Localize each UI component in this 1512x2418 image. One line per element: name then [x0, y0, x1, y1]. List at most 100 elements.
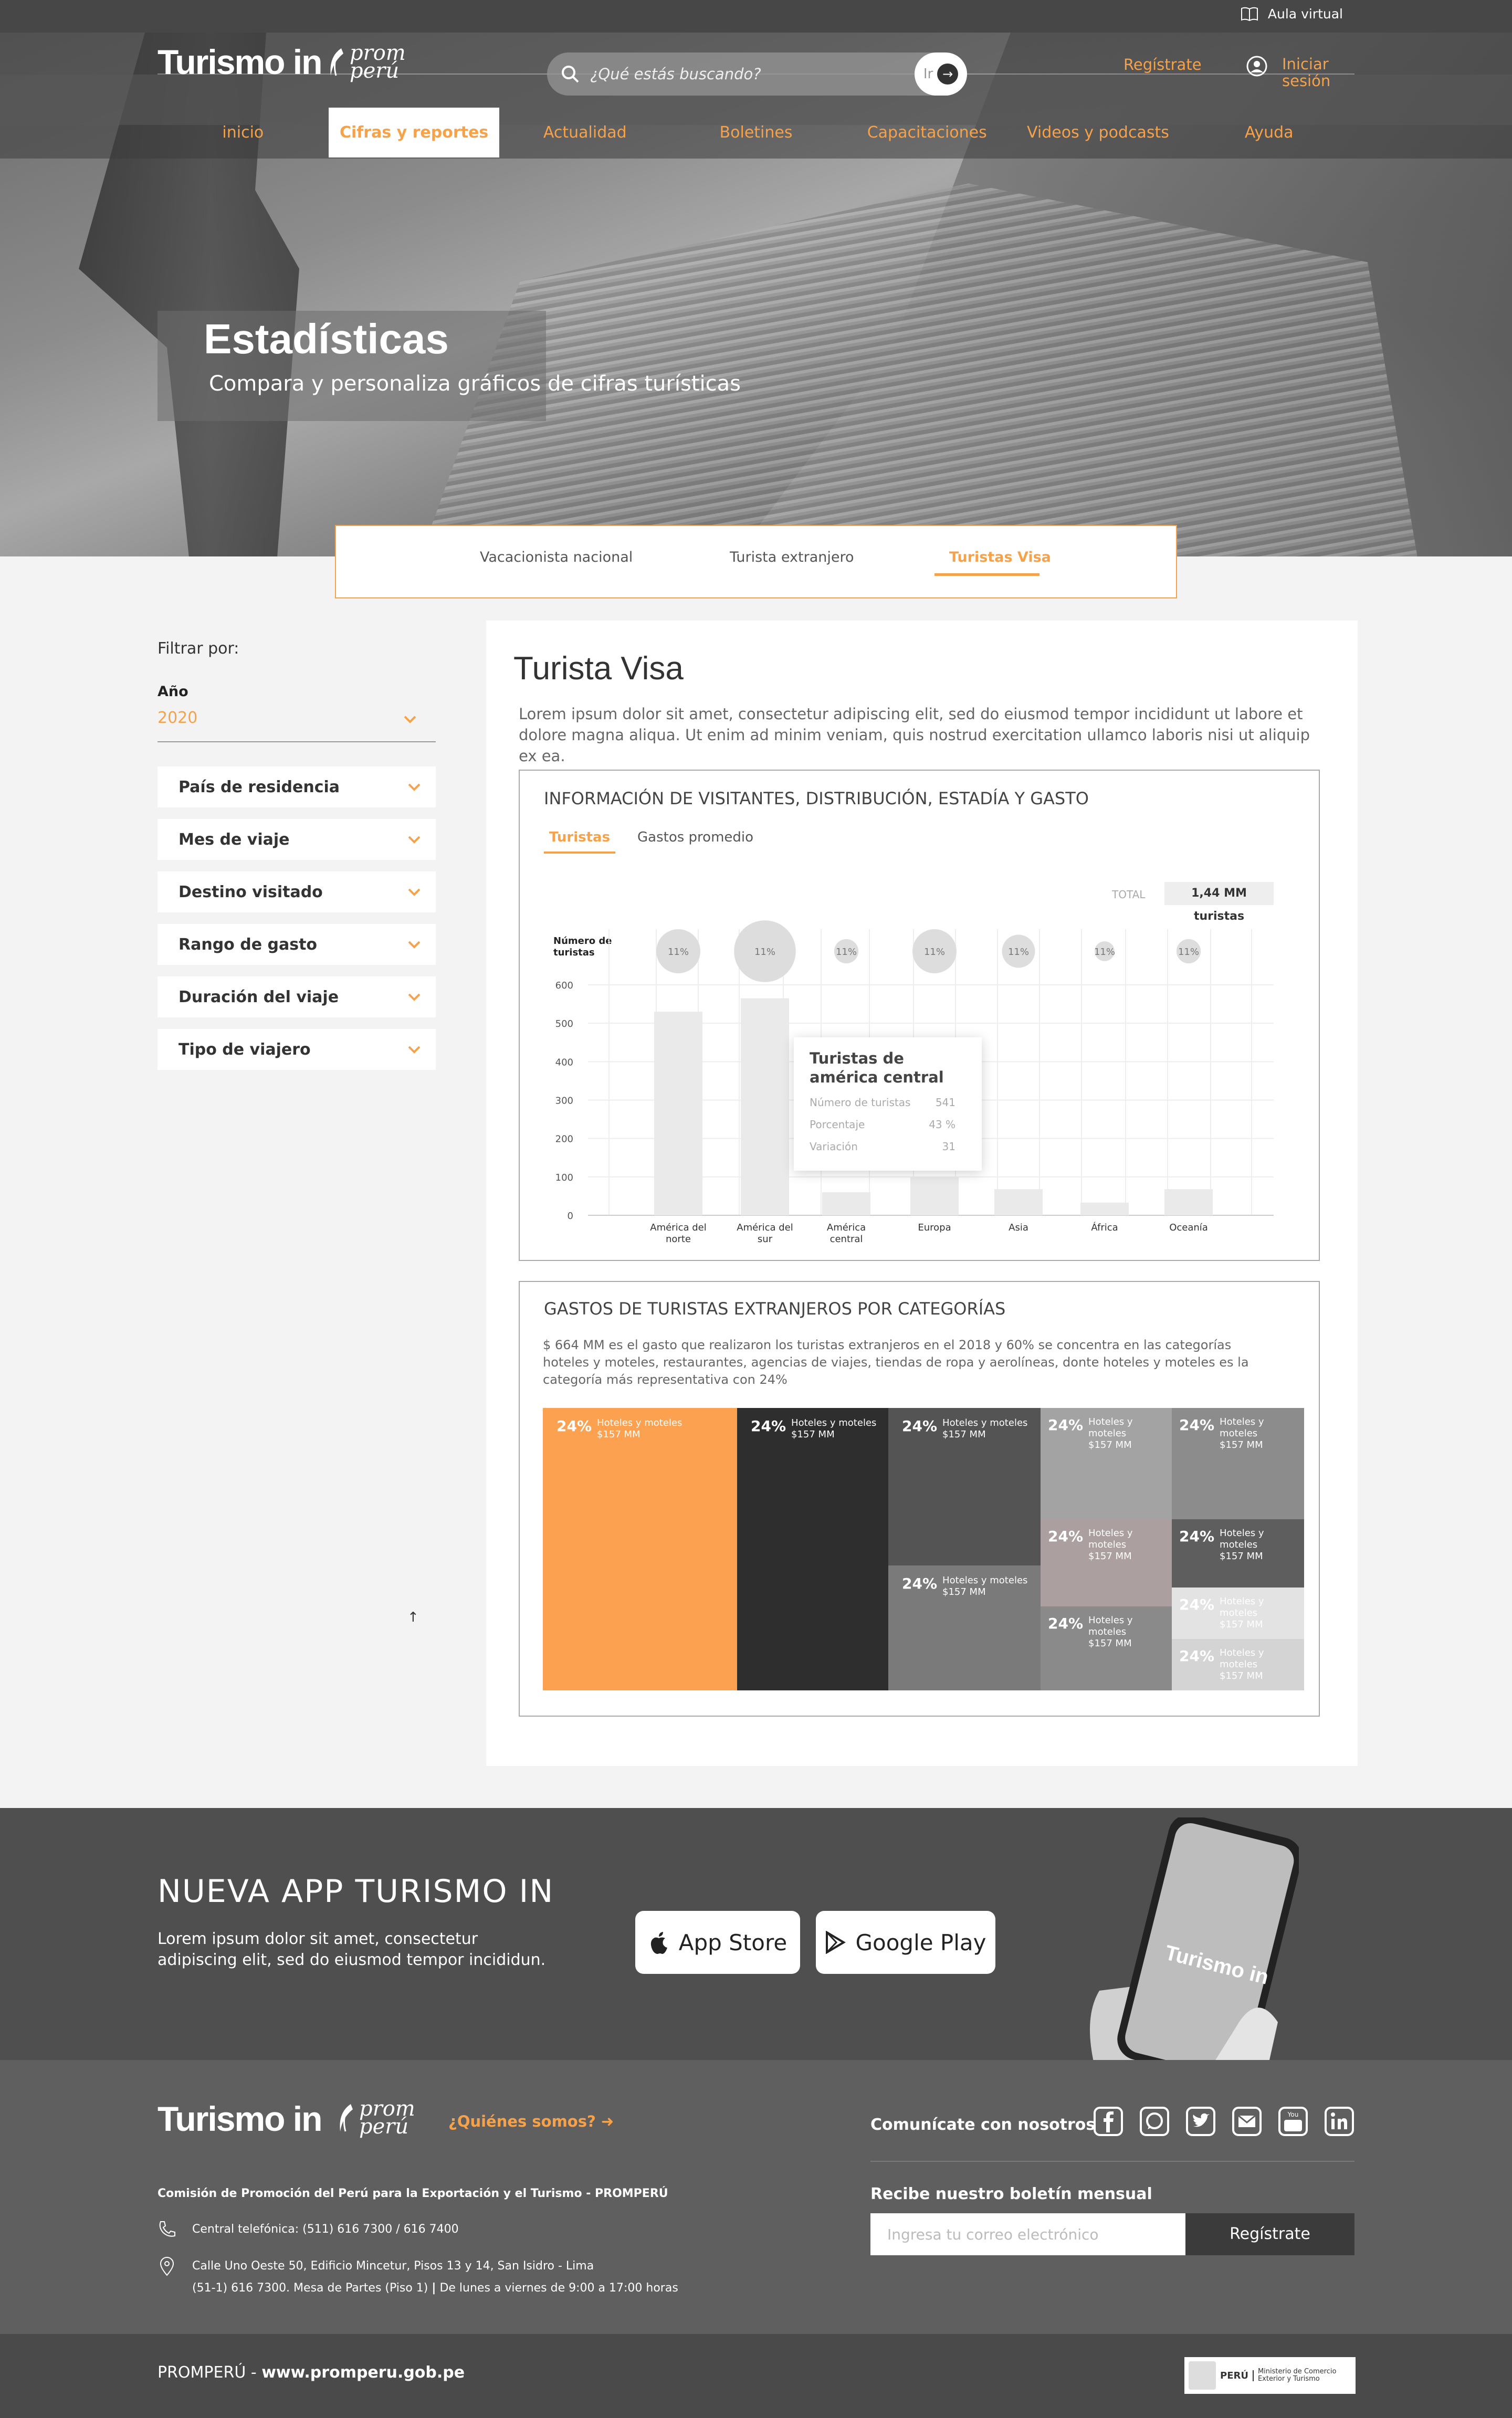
- newsletter-email-input[interactable]: [870, 2213, 1185, 2255]
- filter-label-text: País de residencia: [178, 777, 340, 796]
- register-link[interactable]: Regístrate: [1124, 56, 1202, 73]
- nav-item-cifras-y-reportes[interactable]: Cifras y reportes: [328, 108, 500, 157]
- mincetur-logo[interactable]: PERÚ Ministerio de Comercio Exterior y T…: [1184, 2357, 1356, 2394]
- tooltip-row-value: 43 %: [929, 1118, 956, 1131]
- treemap-cell[interactable]: 24% Hoteles y moteles $157 MM: [888, 1408, 1041, 1565]
- app-title: NUEVA APP TURISMO IN: [158, 1873, 554, 1910]
- footer-logo-text: Turismo in: [158, 2099, 322, 2138]
- filter-destino-visitado[interactable]: Destino visitado: [158, 871, 436, 912]
- filter-duracion-del-viaje[interactable]: Duración del viaje: [158, 976, 436, 1017]
- email-icon[interactable]: [1232, 2106, 1262, 2137]
- treemap-cell[interactable]: 24% Hoteles y moteles $157 MM: [737, 1408, 888, 1690]
- chart-bar: [654, 1012, 702, 1215]
- filter-tipo-de-viajero[interactable]: Tipo de viajero: [158, 1029, 436, 1070]
- treemap-pct: 24%: [1179, 1647, 1215, 1665]
- treemap-amount: $157 MM: [597, 1429, 640, 1440]
- nav-item-inicio[interactable]: inicio: [158, 108, 329, 157]
- treemap-amount: $157 MM: [1220, 1439, 1263, 1450]
- treemap-cell[interactable]: 24% Hoteles y moteles $157 MM: [1172, 1408, 1304, 1519]
- treemap-pct: 24%: [1048, 1528, 1084, 1545]
- treemap-pct: 24%: [556, 1417, 592, 1435]
- peru-shield-icon: [1189, 2361, 1216, 2390]
- chevron-down-icon[interactable]: [403, 715, 417, 723]
- chart-bubble-label: 11%: [1178, 947, 1199, 958]
- aula-virtual-link[interactable]: Aula virtual: [1241, 6, 1343, 22]
- nav-item-boletines[interactable]: Boletines: [670, 108, 842, 157]
- treemap-cell[interactable]: 24% Hoteles y moteles $157 MM: [888, 1565, 1041, 1690]
- hero-subtitle: Compara y personaliza gráficos de cifras…: [209, 372, 741, 396]
- treemap-cell[interactable]: 24% Hoteles y moteles $157 MM: [1041, 1519, 1172, 1606]
- treemap-pct: 24%: [1179, 1416, 1215, 1434]
- linkedin-icon[interactable]: [1324, 2106, 1354, 2137]
- search-icon: [562, 66, 579, 83]
- quienes-somos-link[interactable]: ¿Quiénes somos? ➜: [448, 2112, 614, 2130]
- filter-pais-de-residencia[interactable]: País de residencia: [158, 766, 436, 807]
- filter-label-text: Rango de gasto: [178, 935, 318, 954]
- footer-promperu-logo[interactable]: prom perú: [335, 2098, 415, 2139]
- filter-label: Filtrar por:: [158, 639, 239, 658]
- treemap-label: Hoteles y moteles: [942, 1575, 1028, 1586]
- treemap-amount: $157 MM: [1088, 1551, 1132, 1562]
- footer-turismo-in-logo[interactable]: Turismo in: [158, 2099, 322, 2139]
- tab-turistas-visa[interactable]: Turistas Visa: [949, 549, 1051, 565]
- promperu-logo[interactable]: prom perú: [326, 43, 406, 81]
- year-label: Año: [158, 684, 188, 700]
- treemap-label: Hoteles y moteles: [1220, 1647, 1264, 1670]
- treemap-cell[interactable]: 24% Hoteles y moteles $157 MM: [1041, 1408, 1172, 1519]
- phone-text: Central telefónica: (511) 616 7300 / 616…: [192, 2222, 459, 2236]
- promperu-site-link[interactable]: www.promperu.gob.pe: [261, 2363, 465, 2382]
- facebook-icon[interactable]: [1093, 2106, 1124, 2137]
- app-store-button[interactable]: App Store: [635, 1911, 800, 1974]
- login-line2: sesión: [1282, 72, 1331, 90]
- year-select[interactable]: 2020: [158, 709, 197, 727]
- treemap-label: Hoteles y moteles: [1220, 1596, 1264, 1618]
- tab-gastos-promedio[interactable]: Gastos promedio: [637, 829, 753, 845]
- treemap-cell[interactable]: 24% Hoteles y moteles $157 MM: [543, 1408, 737, 1690]
- turismo-in-logo[interactable]: Turismo in: [158, 42, 322, 82]
- scroll-top-button[interactable]: ↑: [407, 1610, 419, 1625]
- twitter-icon[interactable]: [1185, 2106, 1216, 2137]
- login-line1: Iniciar: [1282, 55, 1329, 73]
- treemap-pct: 24%: [1179, 1596, 1215, 1613]
- search-go-button[interactable]: Ir →: [915, 52, 967, 96]
- main-nav: inicio Cifras y reportes Actualidad Bole…: [158, 108, 1354, 157]
- filter-mes-de-viaje[interactable]: Mes de viaje: [158, 819, 436, 860]
- chart-ytick-label: 400: [555, 1057, 573, 1068]
- address-info: Calle Uno Oeste 50, Edificio Mincetur, P…: [158, 2255, 678, 2299]
- phone-icon: [159, 2221, 175, 2237]
- treemap-cell[interactable]: 24% Hoteles y moteles $157 MM: [1172, 1519, 1304, 1588]
- search-input[interactable]: [590, 65, 916, 83]
- whatsapp-icon[interactable]: [1139, 2106, 1170, 2137]
- chart-ylabel: Número de: [553, 935, 612, 947]
- page-title: Turista Visa: [513, 650, 684, 687]
- nav-item-capacitaciones[interactable]: Capacitaciones: [842, 108, 1013, 157]
- nav-item-videos-y-podcasts[interactable]: Videos y podcasts: [1013, 108, 1184, 157]
- chart-bubble-label: 11%: [754, 947, 775, 958]
- treemap-cell[interactable]: 24% Hoteles y moteles $157 MM: [1041, 1606, 1172, 1690]
- google-play-button[interactable]: Google Play: [816, 1911, 995, 1974]
- promperu-line2: perú: [359, 2115, 409, 2139]
- tab-turistas[interactable]: Turistas: [549, 829, 610, 845]
- tooltip-row-label: Variación: [810, 1140, 858, 1153]
- chart-ytick-label: 500: [555, 1018, 573, 1029]
- chart-bar: [1080, 1202, 1129, 1215]
- treemap-pct: 24%: [902, 1417, 938, 1435]
- address-line2b: De lunes a viernes de 9:00 a 17:00 horas: [439, 2282, 678, 2295]
- tab-turista-extranjero[interactable]: Turista extranjero: [730, 549, 854, 565]
- promperu-name: Comisión de Promoción del Perú para la E…: [158, 2187, 668, 2200]
- treemap-label: Hoteles y moteles: [1088, 1615, 1133, 1637]
- app-description: Lorem ipsum dolor sit amet, consectetur …: [158, 1930, 546, 1969]
- login-link[interactable]: Iniciar sesión: [1246, 56, 1330, 89]
- filter-rango-de-gasto[interactable]: Rango de gasto: [158, 924, 436, 965]
- section-tabs: Vacacionista nacional Turista extranjero…: [335, 525, 1177, 598]
- treemap-cell[interactable]: 24% Hoteles y moteles $157 MM: [1172, 1639, 1304, 1690]
- newsletter-subscribe-button[interactable]: Regístrate: [1185, 2213, 1354, 2255]
- tab-active-indicator: [934, 573, 1040, 576]
- nav-item-actualidad[interactable]: Actualidad: [499, 108, 670, 157]
- nav-item-ayuda[interactable]: Ayuda: [1183, 108, 1354, 157]
- treemap-label: Hoteles y moteles: [791, 1417, 877, 1428]
- tooltip-row-value: 541: [935, 1096, 956, 1109]
- treemap-cell[interactable]: 24% Hoteles y moteles $157 MM: [1172, 1588, 1304, 1639]
- tab-vacacionista-nacional[interactable]: Vacacionista nacional: [480, 549, 633, 565]
- youtube-icon[interactable]: You: [1278, 2106, 1308, 2137]
